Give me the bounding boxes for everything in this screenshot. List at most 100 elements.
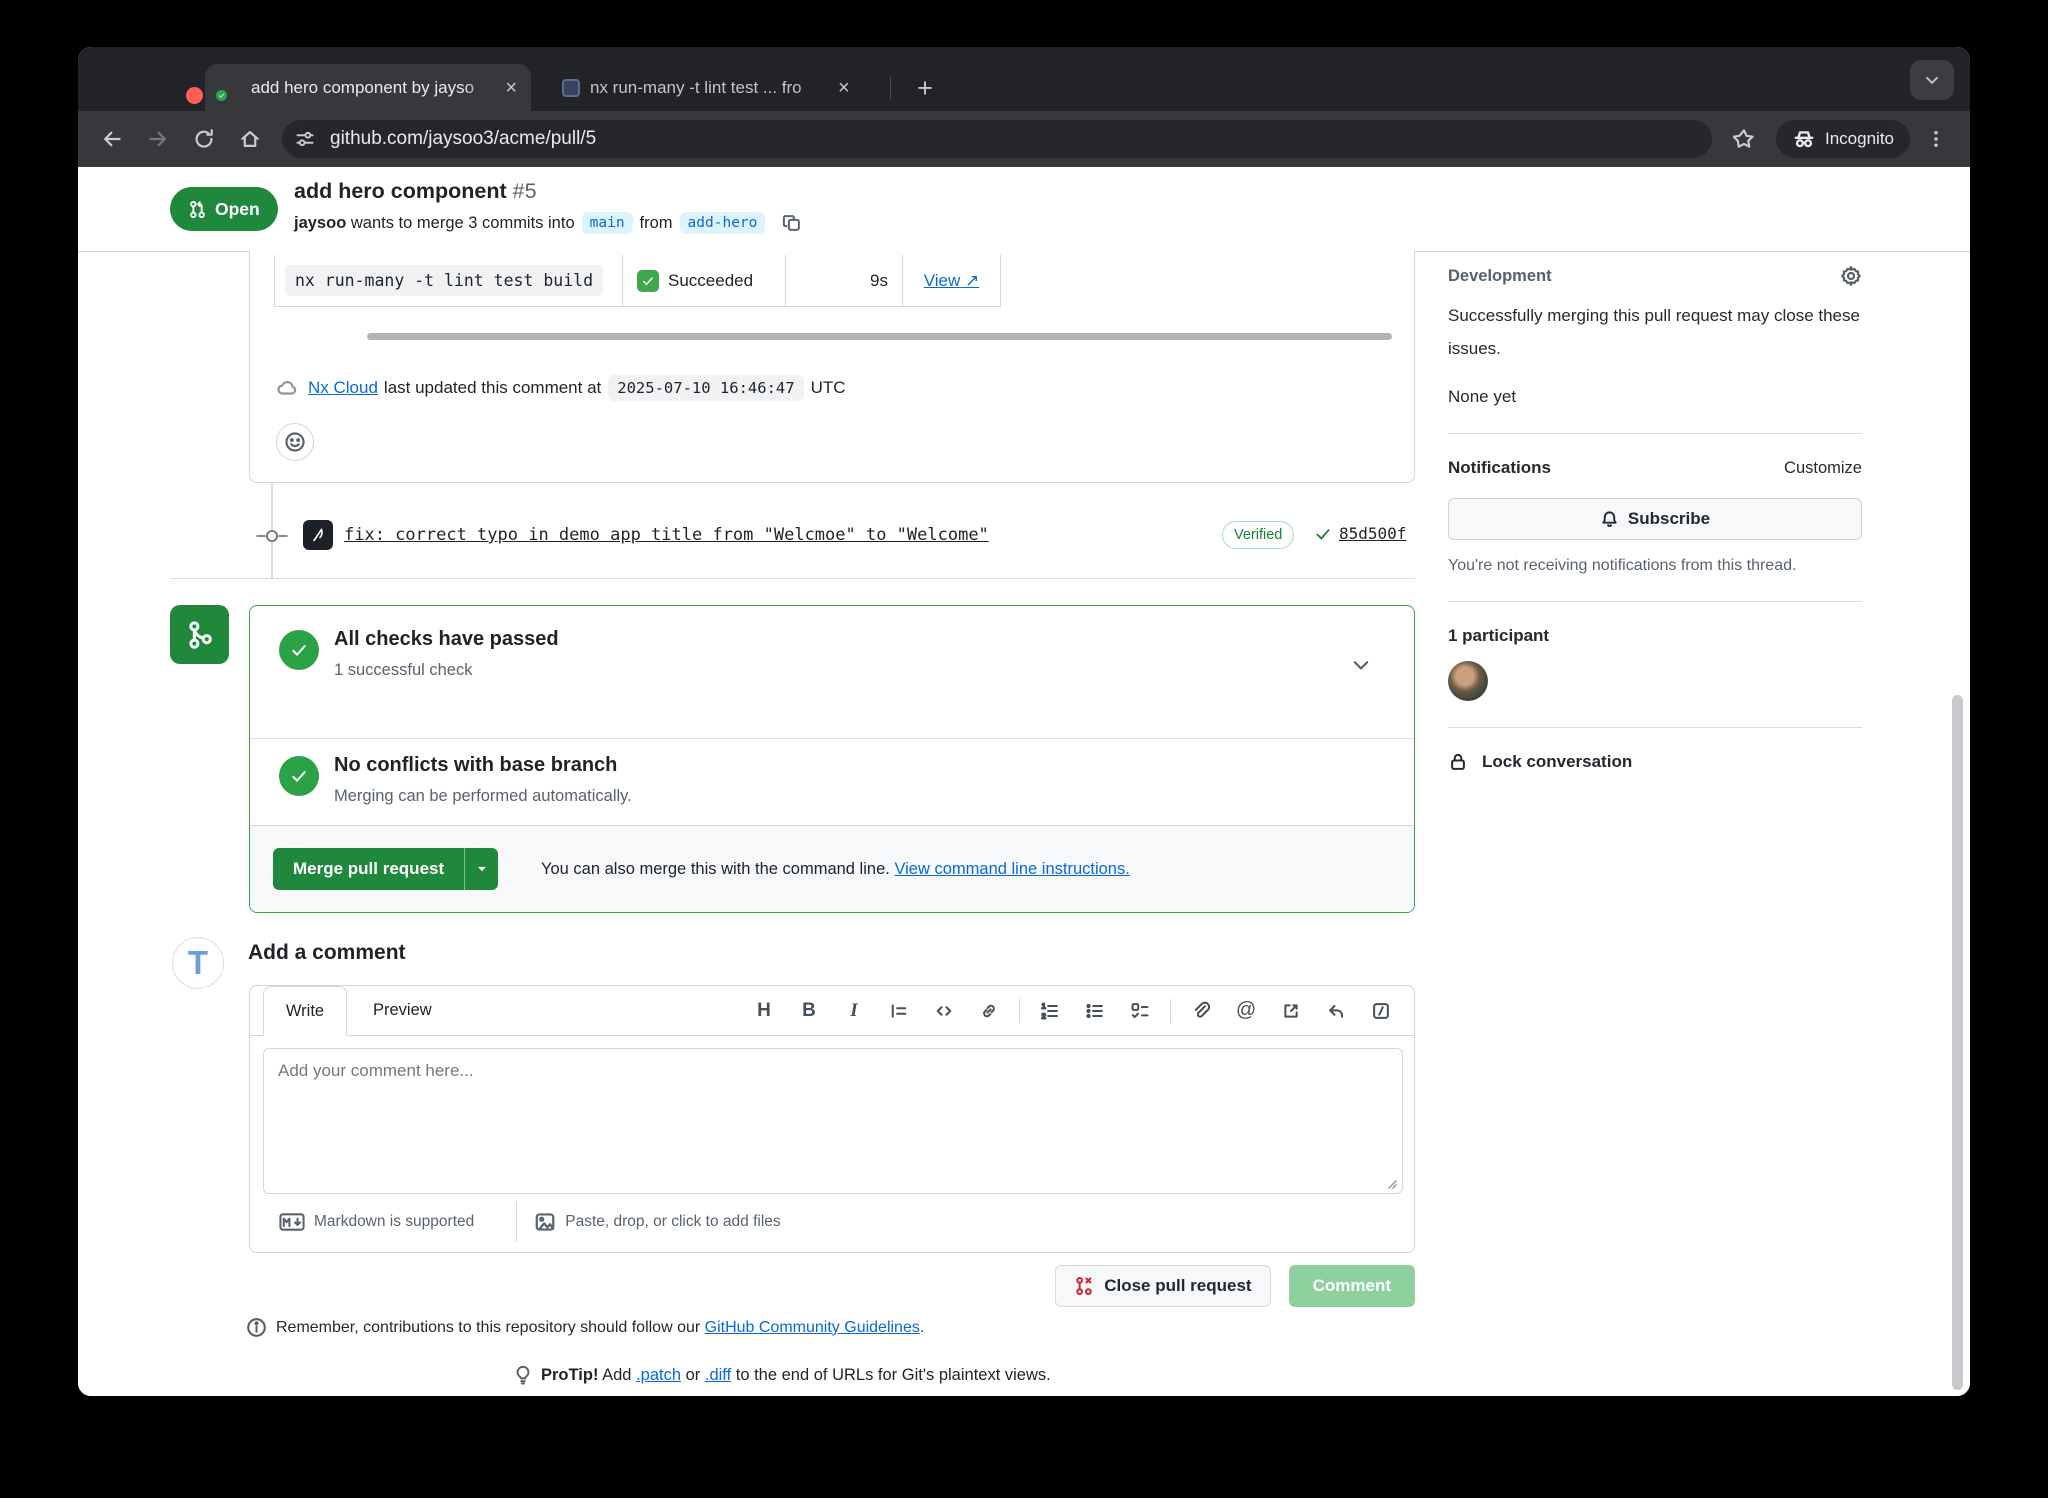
numbered-list-icon[interactable]: 12 xyxy=(1031,992,1069,1030)
toolbar-separator xyxy=(1019,999,1020,1023)
bookmark-star-icon[interactable] xyxy=(1724,119,1764,159)
forward-button[interactable] xyxy=(138,119,178,159)
merge-box-footer: Merge pull request You can also merge th… xyxy=(250,825,1414,912)
back-button[interactable] xyxy=(92,119,132,159)
commit-message-link[interactable]: fix: correct typo in demo app title from… xyxy=(344,525,989,545)
editor-footer: Markdown is supported Paste, drop, or cl… xyxy=(250,1192,1414,1252)
add-reaction-button[interactable] xyxy=(276,423,314,461)
tab-preview[interactable]: Preview xyxy=(347,986,458,1035)
github-favicon xyxy=(219,77,241,99)
textarea-resize-handle[interactable] xyxy=(1384,1176,1398,1190)
home-button[interactable] xyxy=(230,119,270,159)
community-guidelines-link[interactable]: GitHub Community Guidelines xyxy=(705,1319,920,1336)
pr-author[interactable]: jaysoo xyxy=(294,214,346,233)
window-close-button[interactable] xyxy=(186,87,203,104)
development-title: Development xyxy=(1448,267,1552,286)
paste-files-note[interactable]: Paste, drop, or click to add files xyxy=(534,1211,780,1233)
task-list-icon[interactable] xyxy=(1121,992,1159,1030)
diff-link[interactable]: .diff xyxy=(705,1366,731,1384)
commit-author-avatar[interactable] xyxy=(303,520,333,550)
check-table-row: nx run-many -t lint test build Succeeded… xyxy=(274,255,1001,307)
sidebar-divider xyxy=(1448,433,1862,434)
head-branch-chip[interactable]: add-hero xyxy=(680,212,766,234)
merge-options-caret[interactable] xyxy=(464,848,498,890)
check-view-link[interactable]: View ↗ xyxy=(924,271,980,291)
timestamp-chip: 2025-07-10 16:46:47 xyxy=(608,375,803,401)
browser-window: add hero component by jayso × nx run-man… xyxy=(78,47,1970,1396)
tab-search-button[interactable] xyxy=(1910,60,1954,100)
gear-icon[interactable] xyxy=(1840,265,1862,287)
table-horizontal-scrollbar[interactable] xyxy=(367,333,1392,340)
new-tab-button[interactable]: + xyxy=(906,69,944,107)
nx-cloud-link[interactable]: Nx Cloud xyxy=(308,378,378,398)
mention-icon[interactable]: @ xyxy=(1227,992,1265,1030)
tab-close-icon[interactable]: × xyxy=(505,78,517,98)
timeline-divider xyxy=(170,578,1415,579)
tab-pull-request[interactable]: add hero component by jayso × xyxy=(205,64,531,111)
git-merge-icon xyxy=(170,605,229,664)
github-pr-page: Open add hero component #5 jaysoo wants … xyxy=(78,167,1970,1396)
notifications-title: Notifications xyxy=(1448,458,1551,478)
menu-kebab-icon[interactable] xyxy=(1916,119,1956,159)
address-bar[interactable]: github.com/jaysoo3/acme/pull/5 xyxy=(282,120,1712,158)
lock-conversation-item[interactable]: Lock conversation xyxy=(1448,752,1862,772)
url-text: github.com/jaysoo3/acme/pull/5 xyxy=(330,128,596,150)
add-comment-heading: Add a comment xyxy=(248,941,406,965)
conflicts-title: No conflicts with base branch xyxy=(334,754,617,777)
check-status: Succeeded xyxy=(668,271,753,291)
cli-instructions-link[interactable]: View command line instructions. xyxy=(894,860,1129,879)
conflicts-subtitle: Merging can be performed automatically. xyxy=(334,787,632,806)
nx-favicon xyxy=(562,79,580,97)
no-conflicts-icon xyxy=(279,756,319,796)
tab-strip: add hero component by jayso × nx run-man… xyxy=(78,47,1970,111)
bell-icon-label: Subscribe xyxy=(1628,509,1710,529)
heading-icon[interactable]: H xyxy=(745,992,783,1030)
tab-title: nx run-many -t lint test ... fro xyxy=(590,78,830,98)
bullet-list-icon[interactable] xyxy=(1076,992,1114,1030)
commit-sha-link[interactable]: 85d500f xyxy=(1339,524,1406,543)
development-body: Successfully merging this pull request m… xyxy=(1448,299,1862,365)
copy-branch-icon[interactable] xyxy=(782,213,802,233)
nx-cloud-comment-card: nx run-many -t lint test build Succeeded… xyxy=(249,251,1415,483)
slash-commands-icon[interactable] xyxy=(1362,992,1400,1030)
participant-avatar[interactable] xyxy=(1448,661,1488,701)
tab-write[interactable]: Write xyxy=(263,986,347,1036)
git-commit-icon xyxy=(256,527,288,545)
comment-actions: Close pull request Comment xyxy=(78,1265,1415,1307)
reload-button[interactable] xyxy=(184,119,224,159)
site-settings-icon[interactable] xyxy=(288,124,322,154)
customize-link[interactable]: Customize xyxy=(1784,459,1862,478)
italic-icon[interactable]: I xyxy=(835,992,873,1030)
saved-replies-icon[interactable] xyxy=(1317,992,1355,1030)
comment-textarea[interactable] xyxy=(263,1048,1403,1194)
page-scrollbar[interactable] xyxy=(1952,695,1963,1390)
merge-status-box: All checks have passed 1 successful chec… xyxy=(249,605,1415,913)
subscribe-button[interactable]: Subscribe xyxy=(1448,498,1862,540)
quote-icon[interactable] xyxy=(880,992,918,1030)
check-name: nx run-many -t lint test build xyxy=(285,265,603,296)
tab-title: add hero component by jayso xyxy=(251,78,497,98)
tab-separator xyxy=(890,77,891,99)
current-user-avatar: T xyxy=(172,937,224,989)
expand-checks-chevron-icon[interactable] xyxy=(1350,654,1372,676)
attach-file-icon[interactable] xyxy=(1182,992,1220,1030)
guidelines-note: Remember, contributions to this reposito… xyxy=(246,1317,924,1338)
base-branch-chip[interactable]: main xyxy=(582,212,633,234)
merge-box-divider xyxy=(250,738,1414,739)
participants-title: 1 participant xyxy=(1448,626,1862,646)
link-icon[interactable] xyxy=(970,992,1008,1030)
code-icon[interactable] xyxy=(925,992,963,1030)
lock-conversation-label: Lock conversation xyxy=(1482,752,1632,772)
merge-pull-request-button[interactable]: Merge pull request xyxy=(273,848,498,890)
markdown-supported-note[interactable]: Markdown is supported xyxy=(279,1213,474,1231)
close-pull-request-button[interactable]: Close pull request xyxy=(1055,1265,1270,1307)
cross-reference-icon[interactable] xyxy=(1272,992,1310,1030)
tab-close-icon[interactable]: × xyxy=(838,78,850,98)
bold-icon[interactable]: B xyxy=(790,992,828,1030)
comment-submit-button[interactable]: Comment xyxy=(1289,1265,1415,1307)
patch-link[interactable]: .patch xyxy=(636,1366,681,1384)
tab-nx-run[interactable]: nx run-many -t lint test ... fro × xyxy=(548,64,906,111)
verified-badge[interactable]: Verified xyxy=(1222,521,1294,549)
commit-sha-group: 85d500f xyxy=(1314,524,1406,543)
pr-status-label: Open xyxy=(215,199,260,220)
